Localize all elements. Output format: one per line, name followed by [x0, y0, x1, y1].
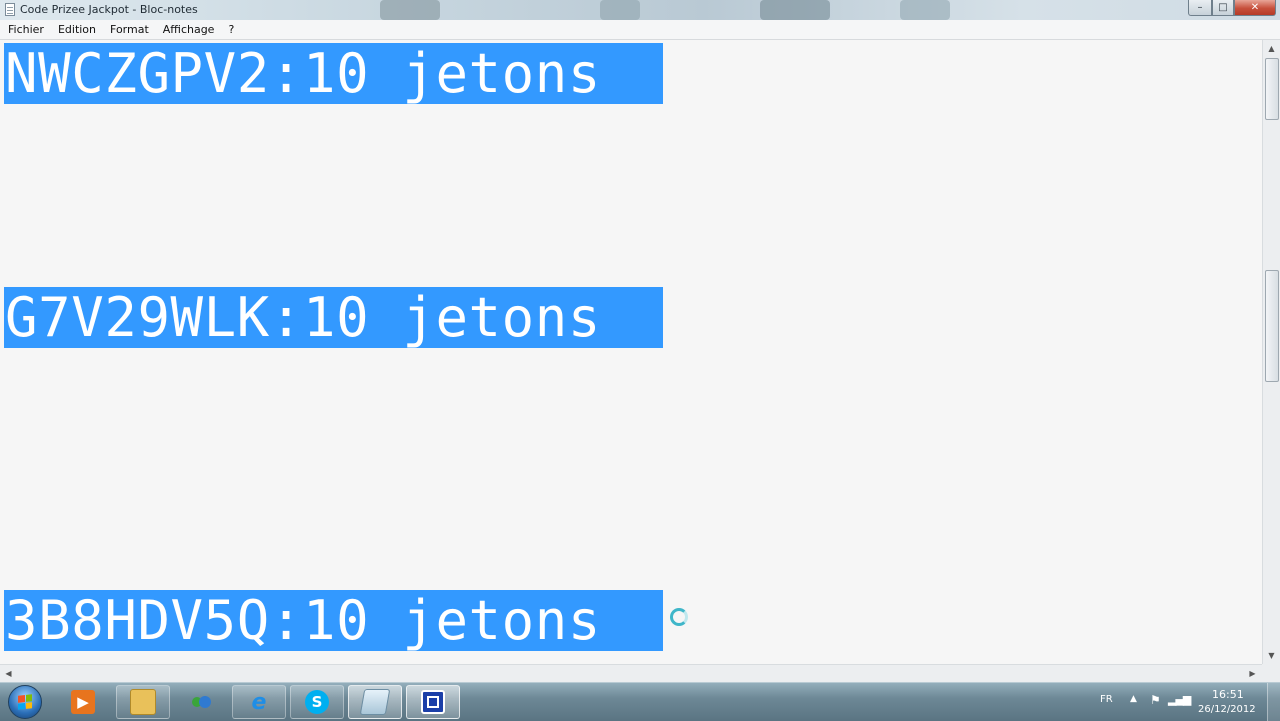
text-editor-area[interactable]: NWCZGPV2:10 jetons G7V29WLK:10 jetons 3B… — [0, 40, 1262, 664]
taskbar: ▶ e S FR ▲ ⚑ ▂▄▆ 16:51 26/12/2012 — [0, 682, 1280, 721]
scroll-down-arrow-icon[interactable]: ▼ — [1263, 647, 1280, 664]
minimize-icon: – — [1197, 2, 1203, 13]
horizontal-scrollbar[interactable]: ◀ ▶ — [0, 664, 1262, 682]
maximize-button[interactable]: □ — [1212, 0, 1234, 16]
scroll-up-arrow-icon[interactable]: ▲ — [1263, 40, 1280, 57]
taskbar-messenger[interactable] — [174, 685, 228, 719]
show-hidden-icons-icon[interactable]: ▲ — [1130, 694, 1137, 704]
size-grip[interactable] — [1262, 664, 1280, 682]
busy-cursor-icon — [670, 608, 688, 626]
internet-explorer-icon: e — [251, 689, 267, 715]
taskbar-screen-recorder[interactable] — [406, 685, 460, 719]
background-decoration — [380, 0, 440, 20]
clock-time[interactable]: 16:51 — [1212, 688, 1244, 701]
action-center-flag-icon[interactable]: ⚑ — [1150, 693, 1161, 707]
menu-bar: Fichier Edition Format Affichage ? — [0, 20, 1280, 40]
file-explorer-icon — [130, 689, 156, 715]
background-decoration — [600, 0, 640, 20]
selected-text-line[interactable]: G7V29WLK:10 jetons — [4, 287, 663, 348]
screen-recorder-icon — [421, 690, 445, 714]
skype-icon: S — [305, 690, 329, 714]
taskbar-internet-explorer[interactable]: e — [232, 685, 286, 719]
menu-format[interactable]: Format — [104, 23, 155, 36]
scroll-thumb[interactable] — [1265, 270, 1279, 382]
scroll-left-arrow-icon[interactable]: ◀ — [0, 665, 17, 682]
background-decoration — [900, 0, 950, 20]
notepad-app-icon — [5, 3, 15, 16]
vertical-scrollbar[interactable]: ▲ ▼ — [1262, 40, 1280, 664]
start-button[interactable] — [8, 685, 42, 719]
close-icon: ✕ — [1250, 2, 1260, 13]
title-bar: Code Prizee Jackpot - Bloc-notes – □ ✕ — [0, 0, 1280, 21]
taskbar-media-player[interactable]: ▶ — [56, 685, 110, 719]
taskbar-explorer[interactable] — [116, 685, 170, 719]
scroll-thumb[interactable] — [1265, 58, 1279, 120]
clock-date[interactable]: 26/12/2012 — [1198, 704, 1256, 715]
selected-text-line[interactable]: 3B8HDV5Q:10 jetons — [4, 590, 663, 651]
language-indicator[interactable]: FR — [1100, 694, 1113, 705]
menu-fichier[interactable]: Fichier — [2, 23, 50, 36]
menu-affichage[interactable]: Affichage — [157, 23, 221, 36]
taskbar-notepad[interactable] — [348, 685, 402, 719]
notepad-icon — [359, 689, 391, 715]
window-controls: – □ ✕ — [1188, 0, 1276, 18]
background-decoration — [760, 0, 830, 20]
selected-text-line[interactable]: NWCZGPV2:10 jetons — [4, 43, 663, 104]
maximize-icon: □ — [1218, 2, 1228, 13]
messenger-icon — [189, 690, 213, 714]
taskbar-skype[interactable]: S — [290, 685, 344, 719]
system-tray: FR ▲ ⚑ ▂▄▆ 16:51 26/12/2012 — [1080, 683, 1280, 721]
windows-media-player-icon: ▶ — [71, 690, 95, 714]
network-signal-icon[interactable]: ▂▄▆ — [1168, 693, 1191, 706]
menu-help[interactable]: ? — [222, 23, 240, 36]
close-button[interactable]: ✕ — [1234, 0, 1276, 16]
scroll-right-arrow-icon[interactable]: ▶ — [1244, 665, 1261, 682]
show-desktop-button[interactable] — [1267, 683, 1280, 721]
window-title: Code Prizee Jackpot - Bloc-notes — [20, 3, 198, 16]
minimize-button[interactable]: – — [1188, 0, 1212, 16]
windows-logo-icon — [18, 694, 32, 710]
menu-edition[interactable]: Edition — [52, 23, 102, 36]
